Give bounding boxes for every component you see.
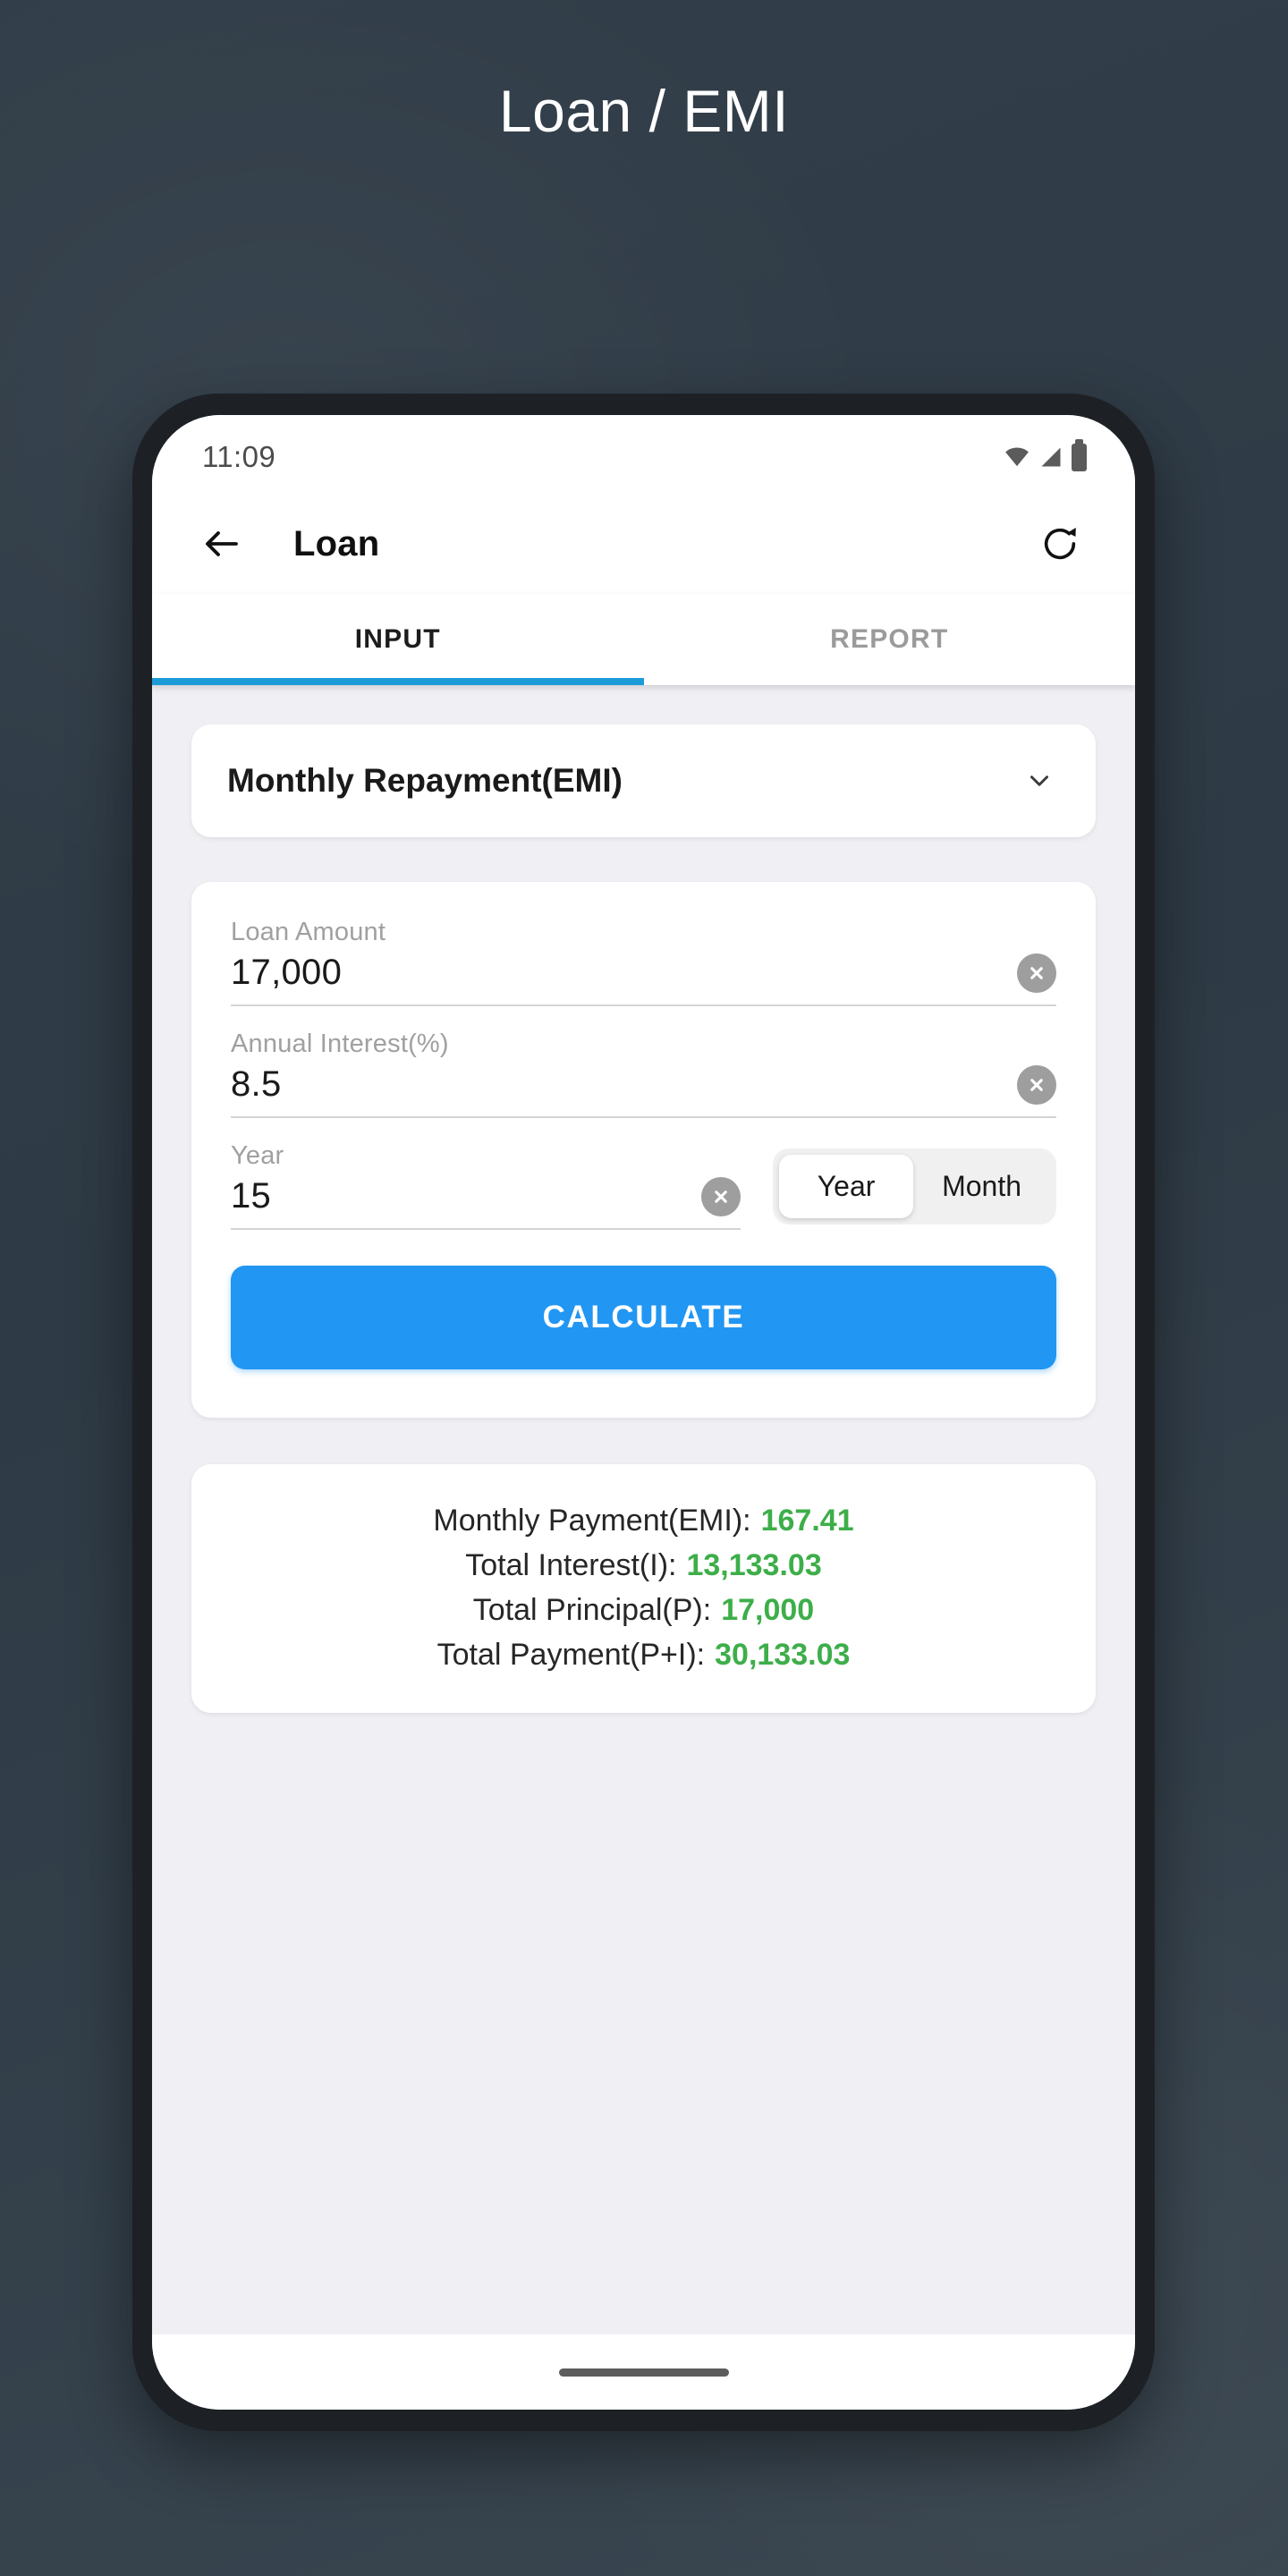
result-row: Total Payment(P+I): 30,133.03 — [191, 1632, 1096, 1677]
term-unit-month[interactable]: Month — [913, 1155, 1050, 1218]
field-loan-amount: Loan Amount 17,000 — [231, 918, 1056, 1006]
clear-circle-icon — [1030, 1078, 1043, 1091]
refresh-icon — [1044, 527, 1076, 560]
result-label-total-principal: Total Principal(P): — [472, 1593, 712, 1627]
app-bar: Loan — [152, 494, 1135, 594]
phone-frame: 11:09 Loan INPUT REPORT Monthly Repaymen… — [132, 394, 1155, 2431]
signal-icon — [1041, 447, 1061, 467]
home-indicator-bar — [152, 2334, 1135, 2410]
calculation-type-dropdown[interactable]: Monthly Repayment(EMI) — [191, 724, 1096, 837]
year-input[interactable]: 15 — [231, 1176, 701, 1216]
wifi-icon — [1005, 447, 1029, 467]
field-annual-interest: Annual Interest(%) 8.5 — [231, 1030, 1056, 1118]
page-title: Loan / EMI — [498, 78, 790, 144]
annual-interest-clear-button[interactable] — [1017, 1064, 1056, 1105]
result-value-total-payment: 30,133.03 — [715, 1638, 851, 1672]
annual-interest-line: 8.5 — [231, 1064, 1056, 1118]
result-value-total-principal: 17,000 — [721, 1593, 815, 1627]
loan-amount-label: Loan Amount — [231, 918, 386, 946]
annual-interest-input[interactable]: 8.5 — [231, 1064, 1017, 1105]
result-label-total-payment: Total Payment(P+I): — [436, 1638, 706, 1672]
back-button[interactable] — [193, 515, 250, 572]
loan-amount-line: 17,000 — [231, 953, 1056, 1006]
loan-amount-input[interactable]: 17,000 — [231, 953, 1017, 993]
clear-circle-icon — [1030, 966, 1043, 979]
tab-bar: INPUT REPORT — [152, 594, 1135, 685]
year-line: 15 — [231, 1176, 741, 1230]
term-unit-year[interactable]: Year — [779, 1155, 914, 1218]
phone-screen: 11:09 Loan INPUT REPORT Monthly Repaymen… — [152, 415, 1135, 2410]
status-bar: 11:09 — [152, 415, 1135, 494]
loan-amount-clear-button[interactable] — [1017, 953, 1056, 993]
result-row: Monthly Payment(EMI): 167.41 — [191, 1498, 1096, 1543]
calculation-type-value: Monthly Repayment(EMI) — [227, 762, 623, 799]
result-row: Total Principal(P): 17,000 — [191, 1588, 1096, 1632]
back-arrow-icon — [206, 531, 238, 556]
field-year: Year 15 — [231, 1141, 741, 1230]
results-card: Monthly Payment(EMI): 167.41 Total Inter… — [191, 1464, 1096, 1713]
result-label-monthly-payment: Monthly Payment(EMI): — [433, 1504, 751, 1538]
term-row: Year 15 Year Month — [231, 1141, 1056, 1230]
input-card: Loan Amount 17,000 Annual Interest(%) 8.… — [191, 882, 1096, 1418]
result-value-total-interest: 13,133.03 — [686, 1548, 822, 1582]
clear-circle-icon — [715, 1190, 727, 1203]
chevron-down-icon — [1030, 775, 1048, 786]
battery-icon — [1072, 438, 1087, 471]
annual-interest-label: Annual Interest(%) — [231, 1030, 449, 1058]
result-row: Total Interest(I): 13,133.03 — [191, 1543, 1096, 1588]
term-unit-toggle: Year Month — [773, 1148, 1056, 1224]
result-value-monthly-payment: 167.41 — [760, 1504, 854, 1538]
tab-input[interactable]: INPUT — [152, 594, 644, 685]
calculate-button[interactable]: CALCULATE — [231, 1266, 1056, 1369]
result-label-total-interest: Total Interest(I): — [465, 1548, 677, 1582]
year-clear-button[interactable] — [701, 1176, 741, 1216]
home-indicator[interactable] — [558, 2368, 729, 2377]
tab-report[interactable]: REPORT — [644, 594, 1136, 685]
year-label: Year — [231, 1141, 284, 1170]
content-area: Monthly Repayment(EMI) Loan Amount 17,00… — [152, 685, 1135, 2334]
status-icons — [1004, 438, 1087, 471]
status-time: 11:09 — [202, 440, 276, 473]
refresh-button[interactable] — [1031, 515, 1089, 572]
app-bar-title: Loan — [293, 523, 380, 564]
